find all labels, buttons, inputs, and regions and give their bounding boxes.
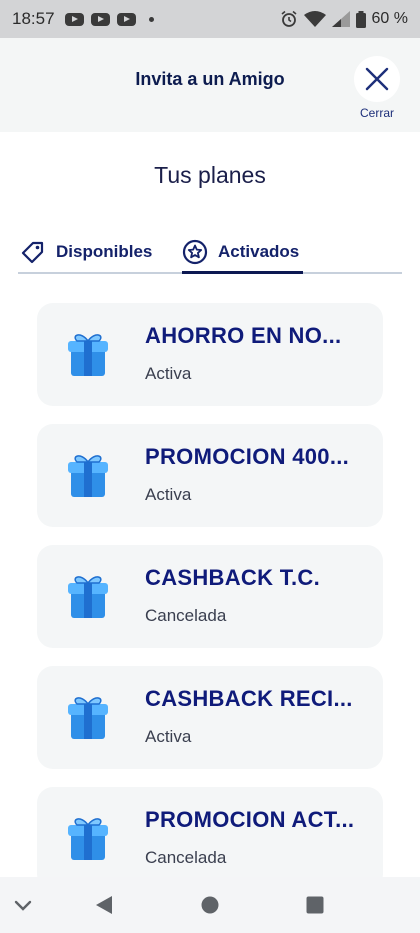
- plan-status: Cancelada: [145, 848, 227, 867]
- plan-card[interactable]: AHORRO EN NO... Activa: [37, 303, 383, 406]
- plan-card[interactable]: PROMOCION ACT... Cancelada: [37, 787, 383, 890]
- plan-status: Activa: [145, 364, 192, 383]
- nav-recents-button[interactable]: [305, 895, 325, 915]
- plan-title: CASHBACK T.C.: [145, 565, 321, 590]
- nav-home-button[interactable]: [200, 895, 220, 915]
- plan-status: Activa: [145, 485, 192, 504]
- plans-list: AHORRO EN NO... Activa PROMOCION 400... …: [37, 303, 383, 908]
- plan-status: Cancelada: [145, 606, 227, 625]
- tab-activados-label[interactable]: Activados: [218, 242, 299, 262]
- home-circle-icon: [201, 896, 219, 914]
- plan-title: CASHBACK RECI...: [145, 686, 353, 711]
- nav-back-button[interactable]: [94, 894, 114, 916]
- header: Invita a un Amigo Cerrar: [0, 38, 420, 132]
- battery-icon: [355, 10, 366, 28]
- plan-status: Activa: [145, 727, 192, 746]
- status-right: 60 %: [280, 10, 408, 28]
- nav-collapse-button[interactable]: [12, 895, 34, 917]
- tag-icon: [21, 241, 44, 264]
- recents-square-icon: [306, 896, 324, 914]
- gift-icon: [68, 334, 108, 376]
- status-time: 18:57: [12, 9, 55, 28]
- gift-icon: [68, 455, 108, 497]
- star-badge-icon: [182, 239, 208, 265]
- battery-percent: 60 %: [371, 10, 408, 27]
- plan-title: PROMOCION 400...: [145, 444, 350, 469]
- plan-card[interactable]: CASHBACK RECI... Activa: [37, 666, 383, 769]
- youtube-notification-icon: [64, 12, 84, 26]
- tab-bar: Disponibles Activados: [18, 232, 402, 274]
- close-circle[interactable]: [354, 56, 400, 102]
- plan-card[interactable]: PROMOCION 400... Activa: [37, 424, 383, 527]
- youtube-notification-icon: [90, 12, 110, 26]
- close-button[interactable]: Cerrar: [352, 56, 402, 120]
- section-title: Tus planes: [154, 162, 266, 188]
- alarm-icon: [281, 10, 297, 27]
- system-navigation-bar: [0, 877, 420, 933]
- back-triangle-icon: [96, 896, 112, 914]
- plan-title: AHORRO EN NO...: [145, 323, 342, 348]
- wifi-icon: [303, 10, 326, 27]
- more-notifications-dot: [148, 16, 154, 22]
- tab-activados[interactable]: Activados: [182, 232, 304, 274]
- tab-disponibles-label[interactable]: Disponibles: [56, 242, 152, 262]
- gift-icon: [68, 576, 108, 618]
- plan-card[interactable]: CASHBACK T.C. Cancelada: [37, 545, 383, 648]
- gift-icon: [68, 697, 108, 739]
- youtube-notification-icon: [116, 12, 136, 26]
- signal-icon: [331, 11, 350, 27]
- status-bar: 18:57 60 %: [0, 0, 420, 38]
- selected-tab-indicator: [182, 271, 304, 274]
- close-label[interactable]: Cerrar: [360, 106, 394, 120]
- tab-disponibles[interactable]: Disponibles: [20, 232, 152, 272]
- plan-title: PROMOCION ACT...: [145, 807, 355, 832]
- chevron-down-icon: [14, 900, 32, 911]
- gift-icon: [68, 818, 108, 860]
- close-icon: [365, 67, 389, 91]
